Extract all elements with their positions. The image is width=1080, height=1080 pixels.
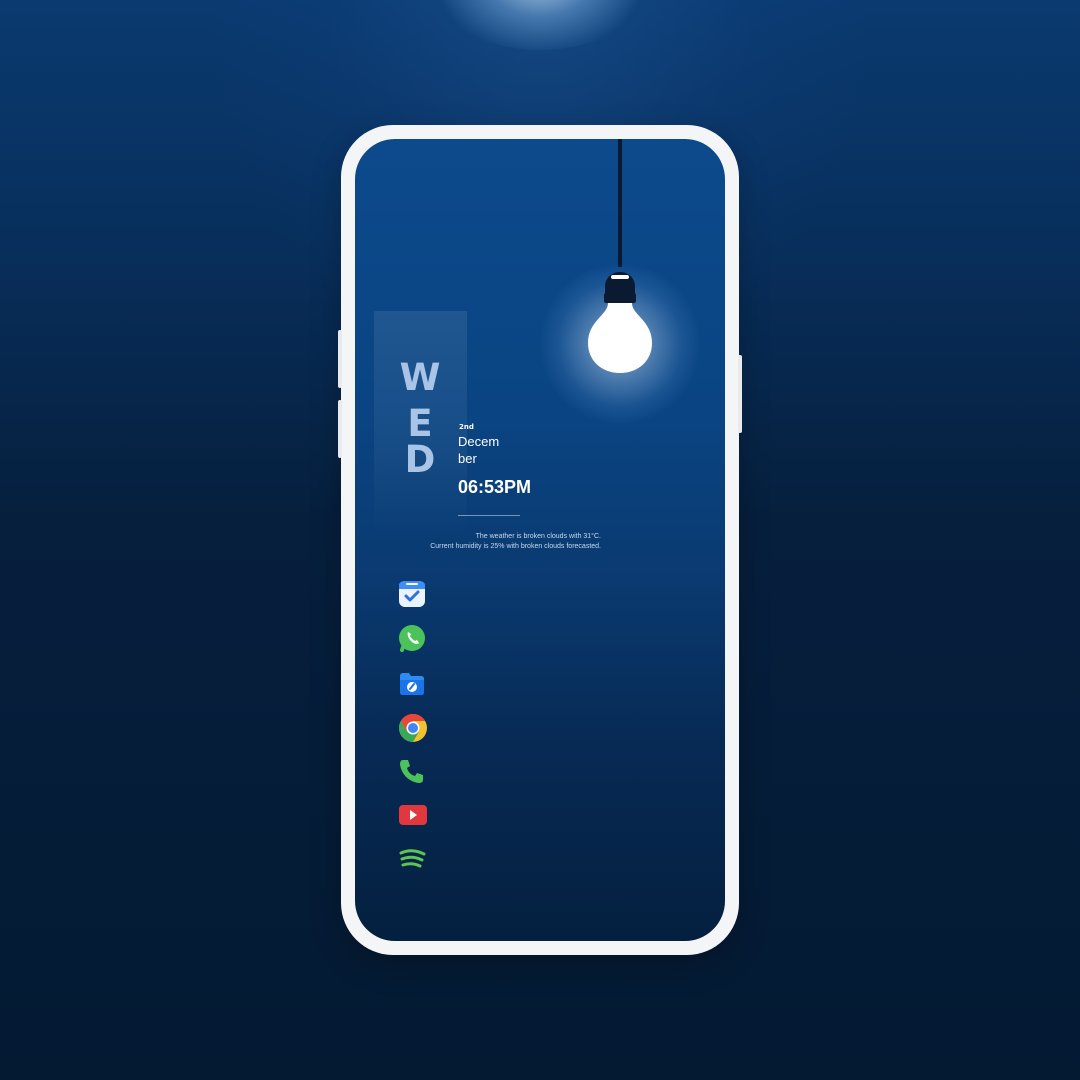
whatsapp-icon bbox=[399, 625, 425, 652]
youtube-icon bbox=[399, 805, 427, 825]
month-line-1: Decem bbox=[458, 434, 500, 449]
day-letter-2: E bbox=[407, 402, 433, 445]
home-screen: W E D 2nd Decem ber 06:53PM The weather … bbox=[355, 139, 725, 941]
volume-up-button[interactable] bbox=[338, 330, 342, 388]
whatsapp-app[interactable] bbox=[398, 624, 426, 652]
weather-text: The weather is broken clouds with 31°C. … bbox=[371, 532, 601, 552]
divider-line bbox=[458, 515, 520, 516]
phone-icon bbox=[400, 760, 423, 783]
month-line-2: ber bbox=[458, 451, 477, 466]
spotify-app[interactable] bbox=[398, 845, 426, 873]
tasks-icon bbox=[399, 581, 425, 607]
day-letter-1: W bbox=[399, 356, 441, 399]
day-letter-3: D bbox=[404, 438, 436, 481]
chrome-app[interactable] bbox=[398, 713, 427, 742]
weather-line-1: The weather is broken clouds with 31°C. bbox=[475, 533, 601, 540]
chrome-icon bbox=[399, 714, 427, 742]
files-icon bbox=[400, 673, 424, 695]
weather-line-2: Current humidity is 25% with broken clou… bbox=[430, 543, 601, 550]
light-bulb-icon bbox=[588, 272, 652, 373]
power-button[interactable] bbox=[738, 355, 742, 433]
date-number: 2nd bbox=[459, 423, 474, 431]
tasks-app[interactable] bbox=[398, 580, 426, 608]
youtube-app[interactable] bbox=[398, 801, 427, 829]
lamp-cord bbox=[618, 139, 622, 267]
files-app[interactable] bbox=[398, 669, 426, 697]
spotify-icon bbox=[399, 849, 426, 868]
phone-app[interactable] bbox=[398, 757, 426, 785]
phone-frame: W E D 2nd Decem ber 06:53PM The weather … bbox=[338, 125, 742, 955]
clock-time: 06:53PM bbox=[458, 477, 532, 497]
volume-down-button[interactable] bbox=[338, 400, 342, 458]
